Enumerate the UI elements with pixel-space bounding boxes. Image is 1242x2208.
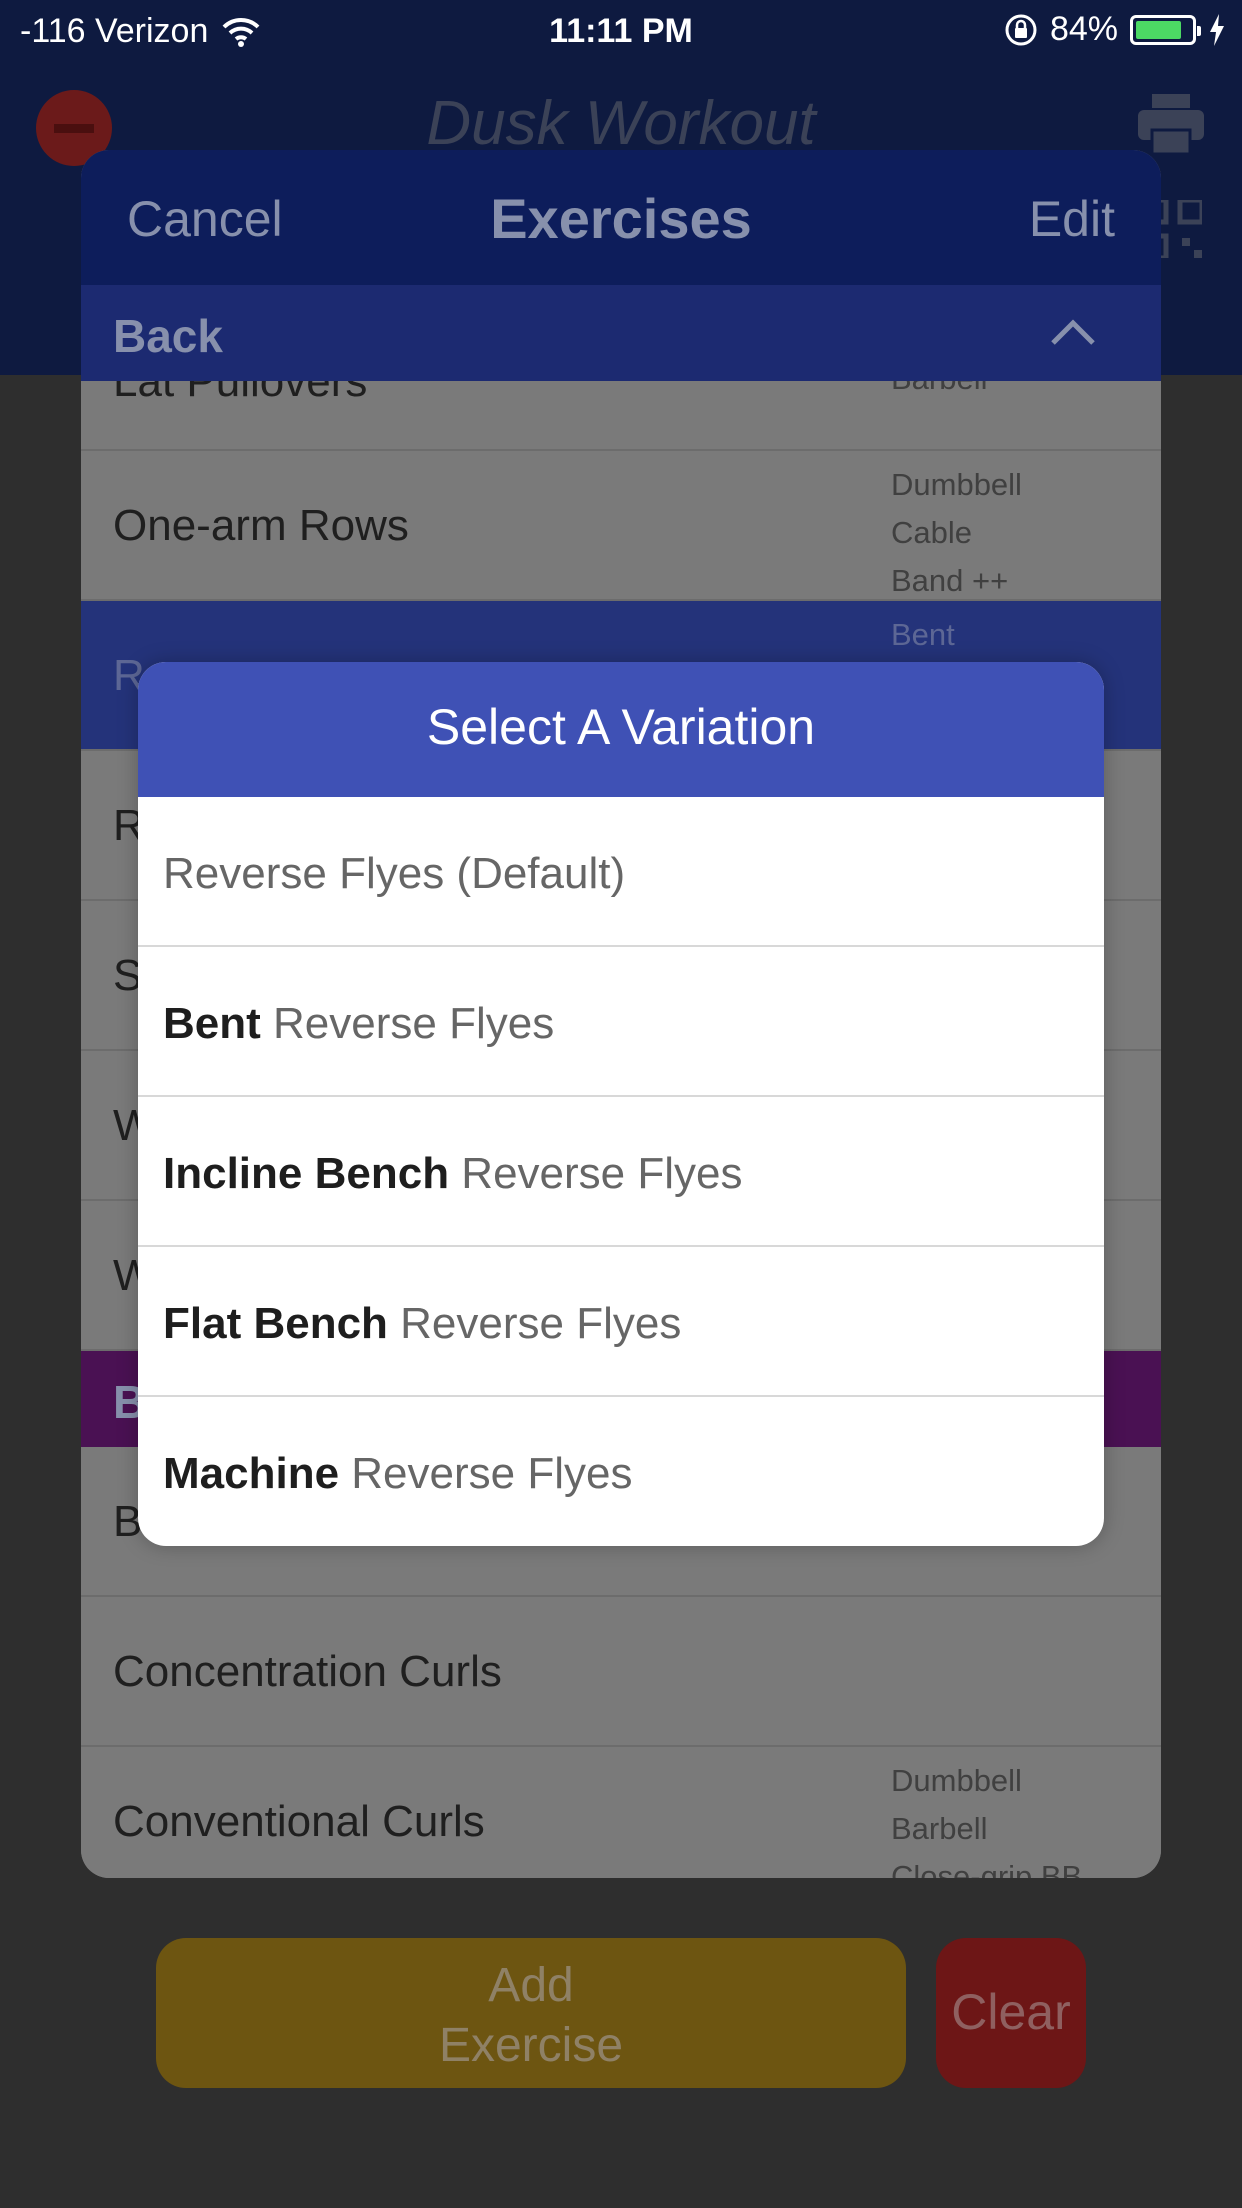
status-bar: -116 Verizon 11:11 PM 84% [0, 0, 1242, 62]
exercise-name: Conventional Curls [113, 1797, 485, 1846]
variation-option[interactable]: Bent Reverse Flyes [138, 947, 1104, 1097]
variation-option[interactable]: Reverse Flyes (Default) [138, 797, 1104, 947]
print-icon[interactable] [1138, 94, 1204, 154]
variation-option[interactable]: Flat Bench Reverse Flyes [138, 1247, 1104, 1397]
section-label: Back [113, 310, 223, 362]
add-button-label-line2: Exercise [438, 2019, 624, 2072]
workout-title: Dusk Workout [426, 89, 816, 158]
sheet-header: Cancel Exercises Edit [81, 150, 1161, 285]
select-variation-modal: Select A Variation Reverse Flyes (Defaul… [138, 662, 1104, 1546]
modal-title: Select A Variation [138, 662, 1104, 797]
list-item[interactable]: Lat Pullovers Barbell [81, 381, 1161, 451]
status-right: 84% [1004, 10, 1226, 49]
equipment-list: Dumbbell Barbell Close-grip BB [891, 1763, 1083, 1878]
exercise-name: Lat Pullovers [113, 381, 368, 406]
equipment-list: Bent [891, 617, 955, 652]
sheet-title: Exercises [490, 187, 752, 250]
orientation-lock-icon [1005, 14, 1037, 45]
clear-button[interactable]: Clear [936, 1938, 1086, 2088]
add-exercise-button[interactable]: Add Exercise [156, 1938, 906, 2088]
battery-percent: 84% [1049, 10, 1118, 48]
battery-icon [1130, 14, 1201, 45]
equipment-list: Dumbbell Cable Band ++ [891, 467, 1022, 598]
add-button-label-line1: Add [488, 1959, 574, 2012]
edit-button[interactable]: Edit [1029, 190, 1115, 248]
variation-option[interactable]: Incline Bench Reverse Flyes [138, 1097, 1104, 1247]
list-item[interactable]: Conventional Curls Dumbbell Barbell Clos… [81, 1747, 1161, 1878]
list-item[interactable]: One-arm Rows Dumbbell Cable Band ++ [81, 451, 1161, 601]
chevron-up-icon[interactable] [1049, 313, 1097, 349]
exercise-name: One-arm Rows [113, 501, 409, 550]
variation-option[interactable]: Machine Reverse Flyes [138, 1397, 1104, 1546]
charging-bolt-icon [1210, 13, 1224, 46]
list-item[interactable]: Concentration Curls [81, 1597, 1161, 1747]
section-header-back[interactable]: Back [81, 285, 1161, 381]
equipment-list: Barbell [891, 381, 988, 397]
exercise-name: Concentration Curls [113, 1647, 502, 1696]
